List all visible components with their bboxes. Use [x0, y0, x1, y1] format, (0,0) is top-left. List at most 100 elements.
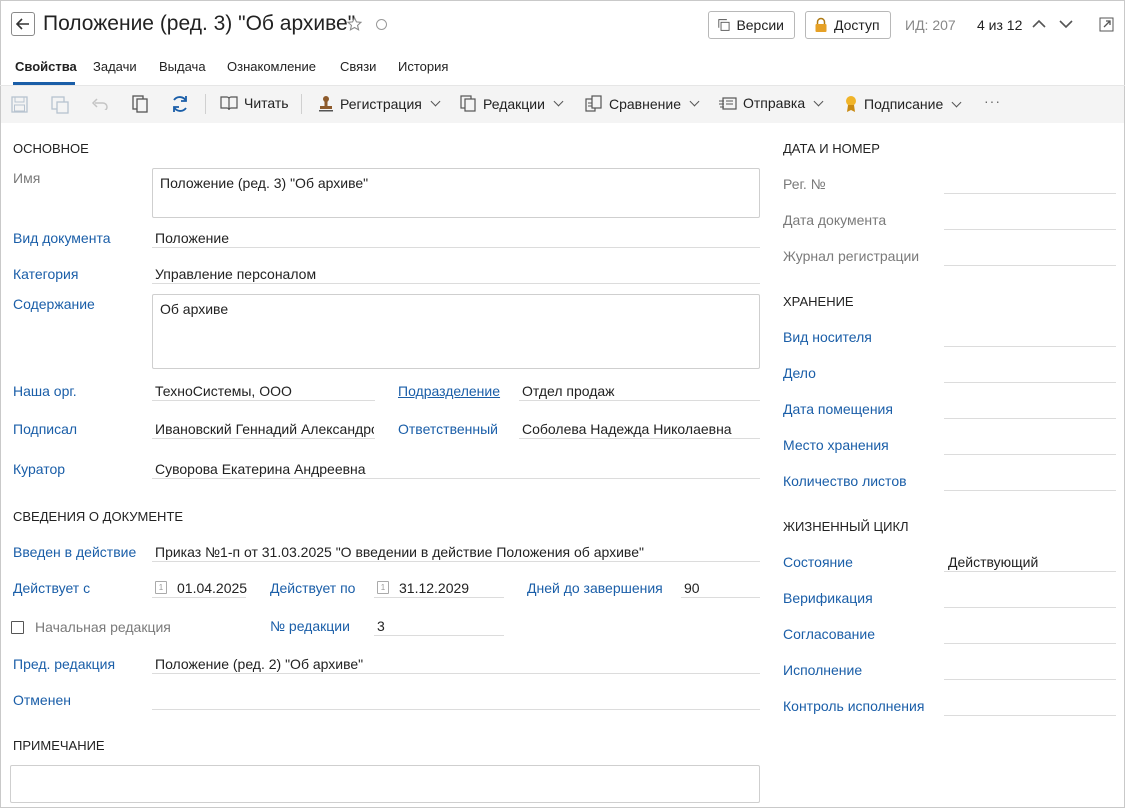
comparison-label: Сравнение — [609, 95, 681, 112]
signature-seal-icon — [846, 96, 856, 112]
initial-edition-label: Начальная редакция — [35, 619, 171, 635]
calendar-icon[interactable]: 1 — [377, 581, 389, 594]
doc-type-value[interactable]: Положение — [155, 230, 229, 246]
verification-label[interactable]: Верификация — [783, 590, 873, 606]
valid-from-label[interactable]: Действует с — [13, 580, 90, 596]
access-button[interactable]: Доступ — [805, 11, 891, 39]
chevron-down-icon — [951, 97, 962, 107]
stamp-icon — [319, 96, 333, 112]
days-left-value[interactable]: 90 — [684, 580, 700, 596]
case-field[interactable] — [944, 382, 1116, 383]
tab-familiarization[interactable]: Ознакомление — [227, 59, 316, 74]
tab-tasks[interactable]: Задачи — [93, 59, 137, 74]
prev-edition-value[interactable]: Положение (ред. 2) "Об архиве" — [155, 656, 363, 672]
calendar-icon[interactable]: 1 — [155, 581, 167, 594]
page-title: Положение (ред. 3) "Об архиве" — [43, 12, 356, 35]
save-icon[interactable] — [11, 96, 28, 113]
registration-menu[interactable]: Регистрация — [318, 95, 441, 112]
sheet-count-label[interactable]: Количество листов — [783, 473, 907, 489]
doc-date-field[interactable] — [944, 229, 1116, 230]
content-label[interactable]: Содержание — [13, 296, 95, 312]
undo-icon[interactable] — [91, 98, 108, 110]
introduced-label[interactable]: Введен в действие — [13, 544, 136, 560]
signed-value[interactable]: Ивановский Геннадий Александрович — [155, 421, 374, 437]
name-label: Имя — [13, 170, 41, 186]
chevron-up-icon[interactable] — [1032, 19, 1046, 28]
section-date-heading: ДАТА И НОМЕР — [783, 141, 880, 156]
sending-menu[interactable]: Отправка — [719, 95, 824, 111]
storage-place-field[interactable] — [944, 454, 1116, 455]
edition-no-label[interactable]: № редакции — [270, 618, 350, 634]
field-underline — [152, 478, 760, 479]
storage-place-label[interactable]: Место хранения — [783, 437, 889, 453]
introduced-value[interactable]: Приказ №1-п от 31.03.2025 "О введении в … — [155, 544, 760, 560]
placement-date-label[interactable]: Дата помещения — [783, 401, 893, 417]
copy-icon[interactable] — [132, 95, 148, 113]
case-label[interactable]: Дело — [783, 365, 816, 381]
read-button[interactable]: Читать — [220, 95, 289, 111]
valid-to-value[interactable]: 31.12.2029 — [399, 580, 469, 596]
back-button[interactable] — [11, 12, 35, 36]
verification-field[interactable] — [944, 607, 1116, 608]
responsible-value[interactable]: Соболева Надежда Николаевна — [522, 421, 732, 437]
open-external-icon[interactable] — [1099, 17, 1114, 32]
section-info-heading: СВЕДЕНИЯ О ДОКУМЕНТЕ — [13, 509, 184, 524]
reg-journal-field[interactable] — [944, 265, 1116, 266]
content-field[interactable]: Об архиве — [152, 294, 760, 369]
versions-button[interactable]: Версии — [708, 11, 795, 39]
name-field[interactable]: Положение (ред. 3) "Об архиве" — [152, 168, 760, 218]
save-and-close-icon[interactable] — [51, 96, 69, 114]
tab-issuance[interactable]: Выдача — [159, 59, 206, 74]
category-label[interactable]: Категория — [13, 266, 78, 282]
sheet-count-field[interactable] — [944, 490, 1116, 491]
signed-label[interactable]: Подписал — [13, 421, 77, 437]
execution-field[interactable] — [944, 679, 1116, 680]
media-type-field[interactable] — [944, 346, 1116, 347]
days-left-label[interactable]: Дней до завершения — [527, 580, 663, 596]
comparison-menu[interactable]: Сравнение — [585, 95, 700, 112]
dept-label[interactable]: Подразделение — [398, 383, 500, 399]
execution-control-field[interactable] — [944, 715, 1116, 716]
dept-value[interactable]: Отдел продаж — [522, 383, 615, 399]
editions-menu[interactable]: Редакции — [460, 95, 564, 112]
execution-control-label[interactable]: Контроль исполнения — [783, 698, 924, 714]
media-type-label[interactable]: Вид носителя — [783, 329, 872, 345]
placement-date-field[interactable] — [944, 418, 1116, 419]
approval-label[interactable]: Согласование — [783, 626, 875, 642]
curator-value[interactable]: Суворова Екатерина Андреевна — [155, 461, 366, 477]
initial-edition-checkbox[interactable] — [11, 621, 24, 634]
note-field[interactable] — [10, 765, 760, 803]
compare-icon — [585, 95, 602, 112]
valid-from-value[interactable]: 01.04.2025 — [177, 580, 247, 596]
sending-label: Отправка — [743, 95, 806, 111]
org-value[interactable]: ТехноСистемы, ООО — [155, 383, 375, 399]
signing-menu[interactable]: Подписание — [844, 95, 962, 113]
category-value[interactable]: Управление персоналом — [155, 266, 316, 282]
field-underline — [681, 597, 760, 598]
cancelled-label[interactable]: Отменен — [13, 692, 71, 708]
state-value[interactable]: Действующий — [948, 554, 1038, 570]
edition-no-value[interactable]: 3 — [377, 618, 385, 634]
cancelled-field[interactable] — [152, 709, 760, 710]
responsible-label[interactable]: Ответственный — [398, 421, 498, 437]
tab-history[interactable]: История — [398, 59, 448, 74]
refresh-icon[interactable] — [171, 95, 189, 113]
reg-no-field[interactable] — [944, 193, 1116, 194]
field-underline — [374, 597, 504, 598]
toolbar: Читать Регистрация Редакции Сравнение От… — [1, 86, 1124, 123]
approval-field[interactable] — [944, 643, 1116, 644]
field-underline — [519, 400, 760, 401]
org-label[interactable]: Наша орг. — [13, 383, 77, 399]
doc-type-label[interactable]: Вид документа — [13, 230, 110, 246]
tab-properties[interactable]: Свойства — [15, 59, 77, 74]
star-icon[interactable] — [346, 16, 363, 32]
prev-edition-label[interactable]: Пред. редакция — [13, 656, 115, 672]
more-actions-button[interactable]: ··· — [984, 93, 1001, 109]
state-label[interactable]: Состояние — [783, 554, 853, 570]
valid-to-label[interactable]: Действует по — [270, 580, 355, 596]
status-circle-icon[interactable] — [376, 19, 387, 30]
curator-label[interactable]: Куратор — [13, 461, 65, 477]
tab-links[interactable]: Связи — [340, 59, 376, 74]
chevron-down-icon[interactable] — [1059, 20, 1073, 29]
execution-label[interactable]: Исполнение — [783, 662, 862, 678]
